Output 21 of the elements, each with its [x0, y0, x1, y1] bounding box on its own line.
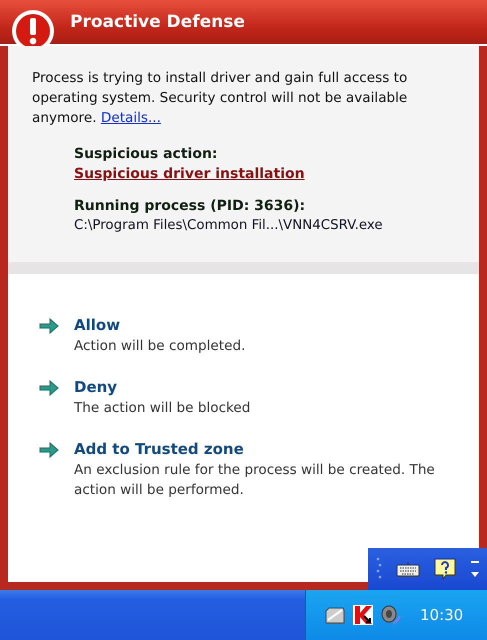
- folder-icon[interactable]: [324, 605, 346, 625]
- action-option[interactable]: Add to Trusted zone: [74, 438, 244, 460]
- process-path: C:\Program Files\Common Fil...\VNN4CSRV.exe: [74, 217, 384, 235]
- arrow-icon: [38, 440, 60, 460]
- detail-label: Running process (PID: 3636):: [74, 197, 306, 216]
- window-title: Proactive Defense: [70, 12, 245, 32]
- keyboard-icon[interactable]: [396, 561, 420, 577]
- action-link[interactable]: Suspicious driver installation: [74, 164, 305, 184]
- action-description: The action will be blocked: [74, 399, 250, 418]
- action-description: Action will be completed.: [74, 337, 246, 356]
- arrow-icon: [38, 378, 60, 398]
- speaker-icon[interactable]: [380, 604, 402, 626]
- detail-label: Suspicious action:: [74, 145, 219, 164]
- action-option[interactable]: Allow: [74, 314, 120, 336]
- help-icon[interactable]: [434, 558, 456, 580]
- action-description: An exclusion rule for the process will be created. The action will be performed.: [74, 461, 436, 500]
- action-option[interactable]: Deny: [74, 376, 118, 398]
- message-text: Process is trying to install driver and gain full access to operating system. Security control will not be available anymore. Details...: [32, 69, 408, 128]
- arrow-icon: [38, 316, 60, 336]
- options-icon[interactable]: [470, 559, 480, 579]
- details-link[interactable]: Details...: [100, 110, 161, 126]
